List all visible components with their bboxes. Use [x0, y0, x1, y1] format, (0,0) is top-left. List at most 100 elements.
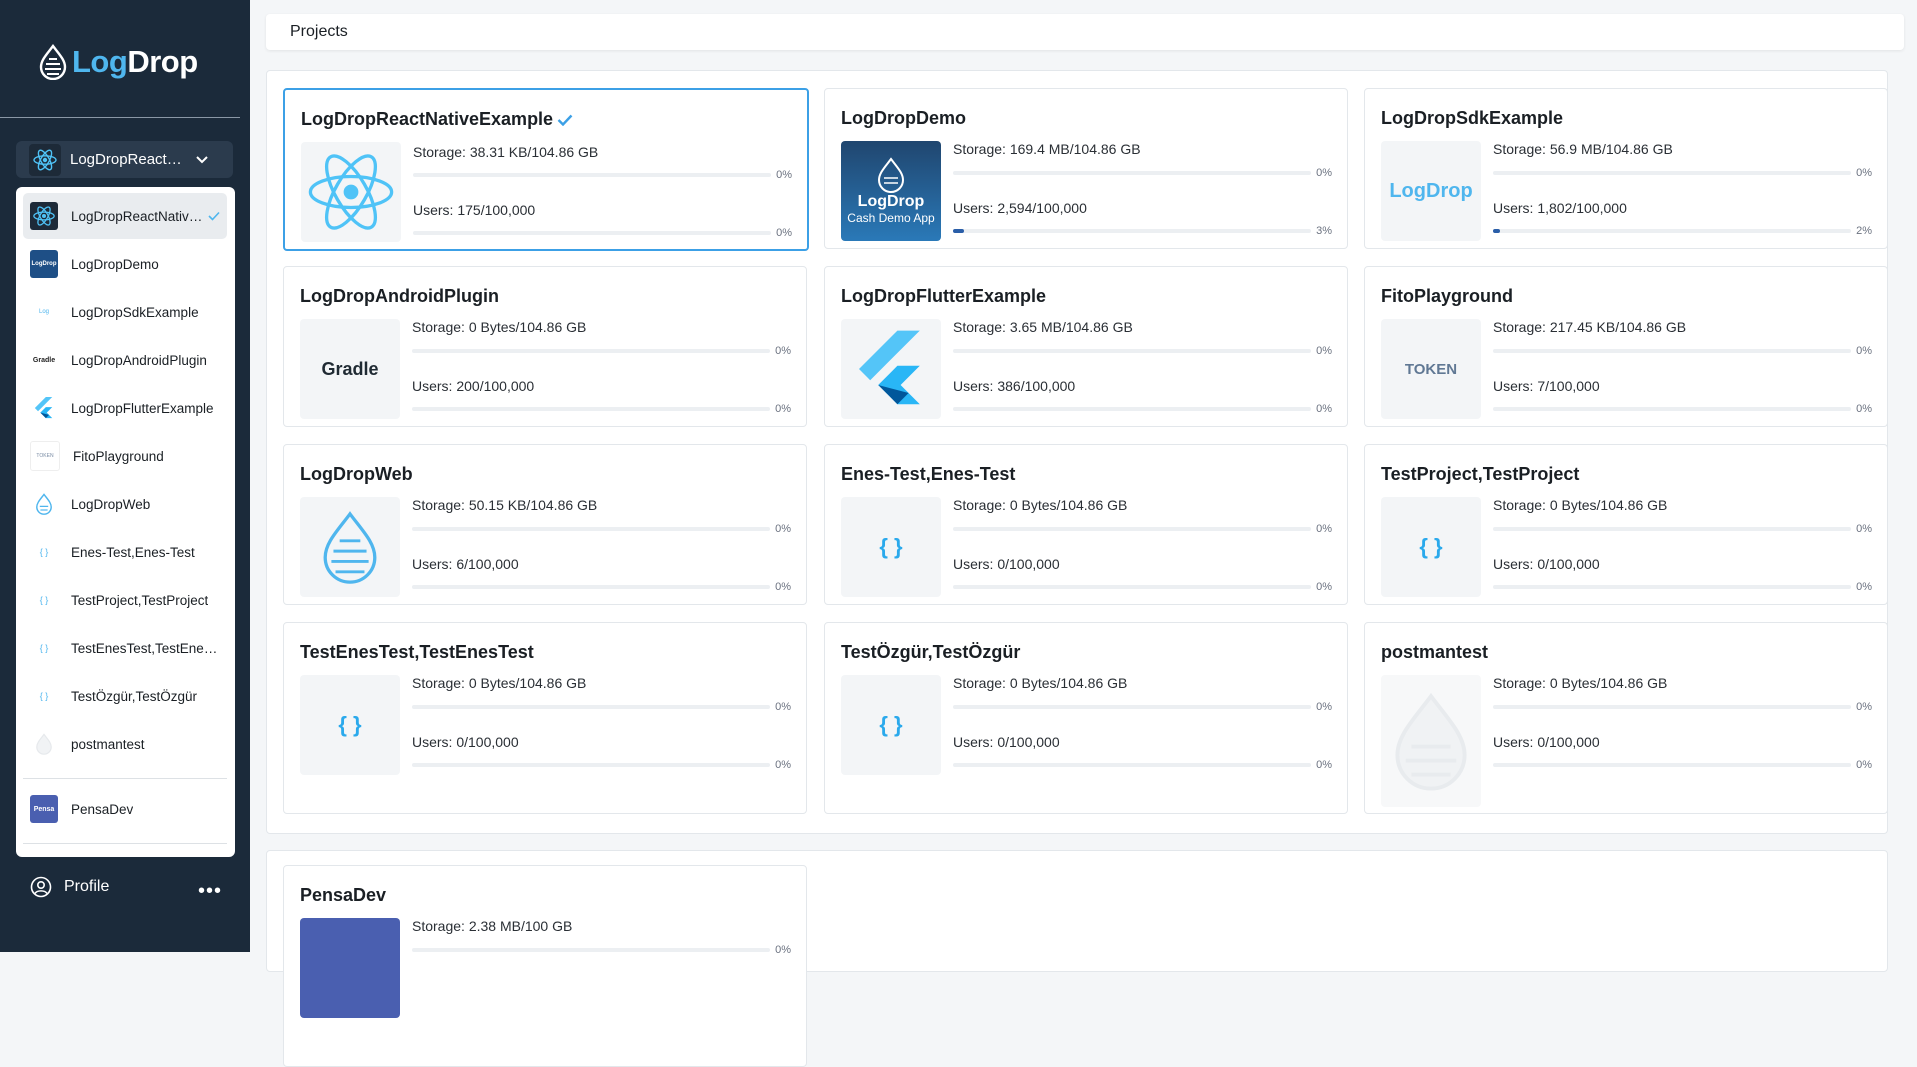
faded-drop-icon — [30, 730, 58, 758]
storage-percent: 0% — [1316, 701, 1332, 713]
dropdown-item-testenestest[interactable]: { } TestEnesTest,TestEnesTest — [23, 625, 227, 671]
storage-percent: 0% — [1856, 701, 1872, 713]
faded-drop-icon — [1381, 675, 1481, 807]
users-percent: 0% — [1316, 581, 1332, 593]
project-card-postmantest[interactable]: postmantest Storage: 0 Bytes/104.86 GB 0… — [1364, 622, 1888, 814]
storage-progress-bar — [1493, 705, 1851, 709]
check-icon — [208, 211, 220, 221]
dropdown-item-fitoplayground[interactable]: TOKEN FitoPlayground — [23, 433, 227, 479]
users-percent: 0% — [1316, 759, 1332, 771]
sidebar: LogDrop LogDropReactNativeExample — [0, 0, 250, 952]
card-title: LogDropFlutterExample — [841, 286, 1047, 306]
card-title: LogDropSdkExample — [1381, 108, 1564, 128]
storage-stat: Storage: 217.45 KB/104.86 GB — [1493, 319, 1687, 335]
storage-stat: Storage: 50.15 KB/104.86 GB — [412, 497, 598, 513]
selected-project-name: LogDropReactNativeExample — [70, 151, 188, 168]
dropdown-item-logdropsdkexample[interactable]: Log LogDropSdkExample — [23, 289, 227, 335]
dropdown-item-label: TestProject,TestProject — [71, 592, 209, 608]
drop-icon — [30, 490, 58, 518]
projects-panel: LogDropReactNativeExample Storage: 38.31… — [266, 70, 1888, 834]
dropdown-item-enes-test[interactable]: { } Enes-Test,Enes-Test — [23, 529, 227, 575]
dropdown-item-logdropandroidplugin[interactable]: Gradle LogDropAndroidPlugin — [23, 337, 227, 383]
breadcrumb-projects[interactable]: Projects — [290, 23, 348, 41]
card-title: PensaDev — [300, 885, 387, 905]
users-stat: Users: 175/100,000 — [413, 202, 536, 218]
drop-icon — [300, 497, 400, 597]
dropdown-item-label: LogDropDemo — [71, 256, 159, 272]
dropdown-item-logdropreactnativeexample[interactable]: LogDropReactNativeExample — [23, 193, 227, 239]
users-stat: Users: 1,802/100,000 — [1493, 200, 1627, 216]
project-card-logdropreactnativeexample[interactable]: LogDropReactNativeExample Storage: 38.31… — [283, 88, 809, 251]
storage-percent: 0% — [775, 701, 791, 713]
more-options-icon[interactable]: ••• — [198, 880, 222, 903]
users-progress-bar — [412, 763, 770, 767]
project-card-logdropflutterexample[interactable]: LogDropFlutterExample Storage: 3.65 MB/1… — [824, 266, 1348, 427]
profile-link[interactable]: Profile — [30, 876, 109, 898]
users-progress-bar — [953, 229, 1311, 233]
dropdown-item-logdropflutterexample[interactable]: LogDropFlutterExample — [23, 385, 227, 431]
initial-code-icon: { } — [39, 595, 49, 605]
dropdown-item-logdropweb[interactable]: LogDropWeb — [23, 481, 227, 527]
org-card-pensadev[interactable]: PensaDev Storage: 2.38 MB/100 GB 0% — [283, 865, 807, 1067]
card-title: TestProject,TestProject — [1381, 464, 1580, 484]
storage-stat: Storage: 2.38 MB/100 GB — [412, 918, 573, 934]
card-title: Enes-Test,Enes-Test — [841, 464, 1016, 484]
project-card-logdropsdkexample[interactable]: LogDropSdkExample LogDrop Storage: 56.9 … — [1364, 88, 1888, 249]
project-card-fitoplayground[interactable]: FitoPlayground TOKEN Storage: 217.45 KB/… — [1364, 266, 1888, 427]
dropdown-item-label: LogDropFlutterExample — [71, 400, 214, 416]
project-card-testproject[interactable]: TestProject,TestProject { } Storage: 0 B… — [1364, 444, 1888, 605]
project-card-logdropdemo[interactable]: LogDropDemo LogDrop Cash Demo App Storag… — [824, 88, 1348, 249]
storage-stat: Storage: 56.9 MB/104.86 GB — [1493, 141, 1673, 157]
dropdown-item-testproject[interactable]: { } TestProject,TestProject — [23, 577, 227, 623]
storage-percent: 0% — [775, 345, 791, 357]
users-stat: Users: 0/100,000 — [1493, 734, 1600, 750]
card-title: LogDropReactNativeExample — [301, 109, 554, 129]
storage-percent: 0% — [776, 169, 792, 181]
users-progress-bar — [412, 585, 770, 589]
dropdown-item-logdropdemo[interactable]: LogDrop LogDropDemo — [23, 241, 227, 287]
users-percent: 0% — [776, 227, 792, 239]
storage-percent: 0% — [1856, 345, 1872, 357]
users-percent: 3% — [1316, 225, 1332, 237]
chevron-down-icon — [196, 155, 208, 163]
storage-stat: Storage: 38.31 KB/104.86 GB — [413, 144, 599, 160]
project-card-logdropandroidplugin[interactable]: LogDropAndroidPlugin Gradle Storage: 0 B… — [283, 266, 807, 427]
storage-percent: 0% — [1856, 523, 1872, 535]
users-percent: 0% — [1856, 403, 1872, 415]
initial-code-icon: { } — [841, 675, 941, 775]
breadcrumb: Projects — [266, 14, 1904, 50]
pensadev-icon — [300, 918, 400, 1018]
users-progress-bar — [953, 585, 1311, 589]
storage-percent: 0% — [1316, 167, 1332, 179]
dropdown-item-label: LogDropReactNativeExample — [71, 208, 206, 224]
storage-progress-bar — [1493, 527, 1851, 531]
card-title: TestEnesTest,TestEnesTest — [300, 642, 534, 662]
users-stat: Users: 7/100,000 — [1493, 378, 1600, 394]
project-card-logdropweb[interactable]: LogDropWeb Storage: 50.15 KB/104.86 GB 0… — [283, 444, 807, 605]
user-circle-icon — [30, 876, 52, 898]
storage-percent: 0% — [1856, 167, 1872, 179]
dropdown-item-label: TestEnesTest,TestEnesTest — [71, 640, 221, 656]
token-icon: TOKEN — [30, 441, 60, 471]
project-selector[interactable]: LogDropReactNativeExample — [16, 141, 233, 178]
project-card-testozgur[interactable]: TestÖzgür,TestÖzgür { } Storage: 0 Bytes… — [824, 622, 1348, 814]
storage-percent: 0% — [775, 944, 791, 956]
storage-stat: Storage: 0 Bytes/104.86 GB — [1493, 497, 1668, 513]
users-stat: Users: 200/100,000 — [412, 378, 535, 394]
storage-percent: 0% — [1316, 345, 1332, 357]
dropdown-item-testozgur[interactable]: { } TestÖzgür,TestÖzgür — [23, 673, 227, 719]
storage-stat: Storage: 0 Bytes/104.86 GB — [412, 319, 587, 335]
dropdown-item-pensadev[interactable]: Pensa PensaDev — [23, 786, 227, 832]
card-title: LogDropAndroidPlugin — [300, 286, 499, 306]
app-logo[interactable]: LogDrop — [38, 44, 198, 80]
project-card-enes-test[interactable]: Enes-Test,Enes-Test { } Storage: 0 Bytes… — [824, 444, 1348, 605]
users-stat: Users: 2,594/100,000 — [953, 200, 1087, 216]
project-card-testenestest[interactable]: TestEnesTest,TestEnesTest { } Storage: 0… — [283, 622, 807, 814]
dropdown-item-label: TestÖzgür,TestÖzgür — [71, 688, 198, 704]
users-percent: 0% — [775, 403, 791, 415]
dropdown-item-postmantest[interactable]: postmantest — [23, 721, 227, 767]
users-progress-bar — [413, 231, 771, 235]
react-icon — [29, 143, 61, 176]
dropdown-divider — [23, 778, 227, 779]
token-icon: TOKEN — [1381, 319, 1481, 419]
